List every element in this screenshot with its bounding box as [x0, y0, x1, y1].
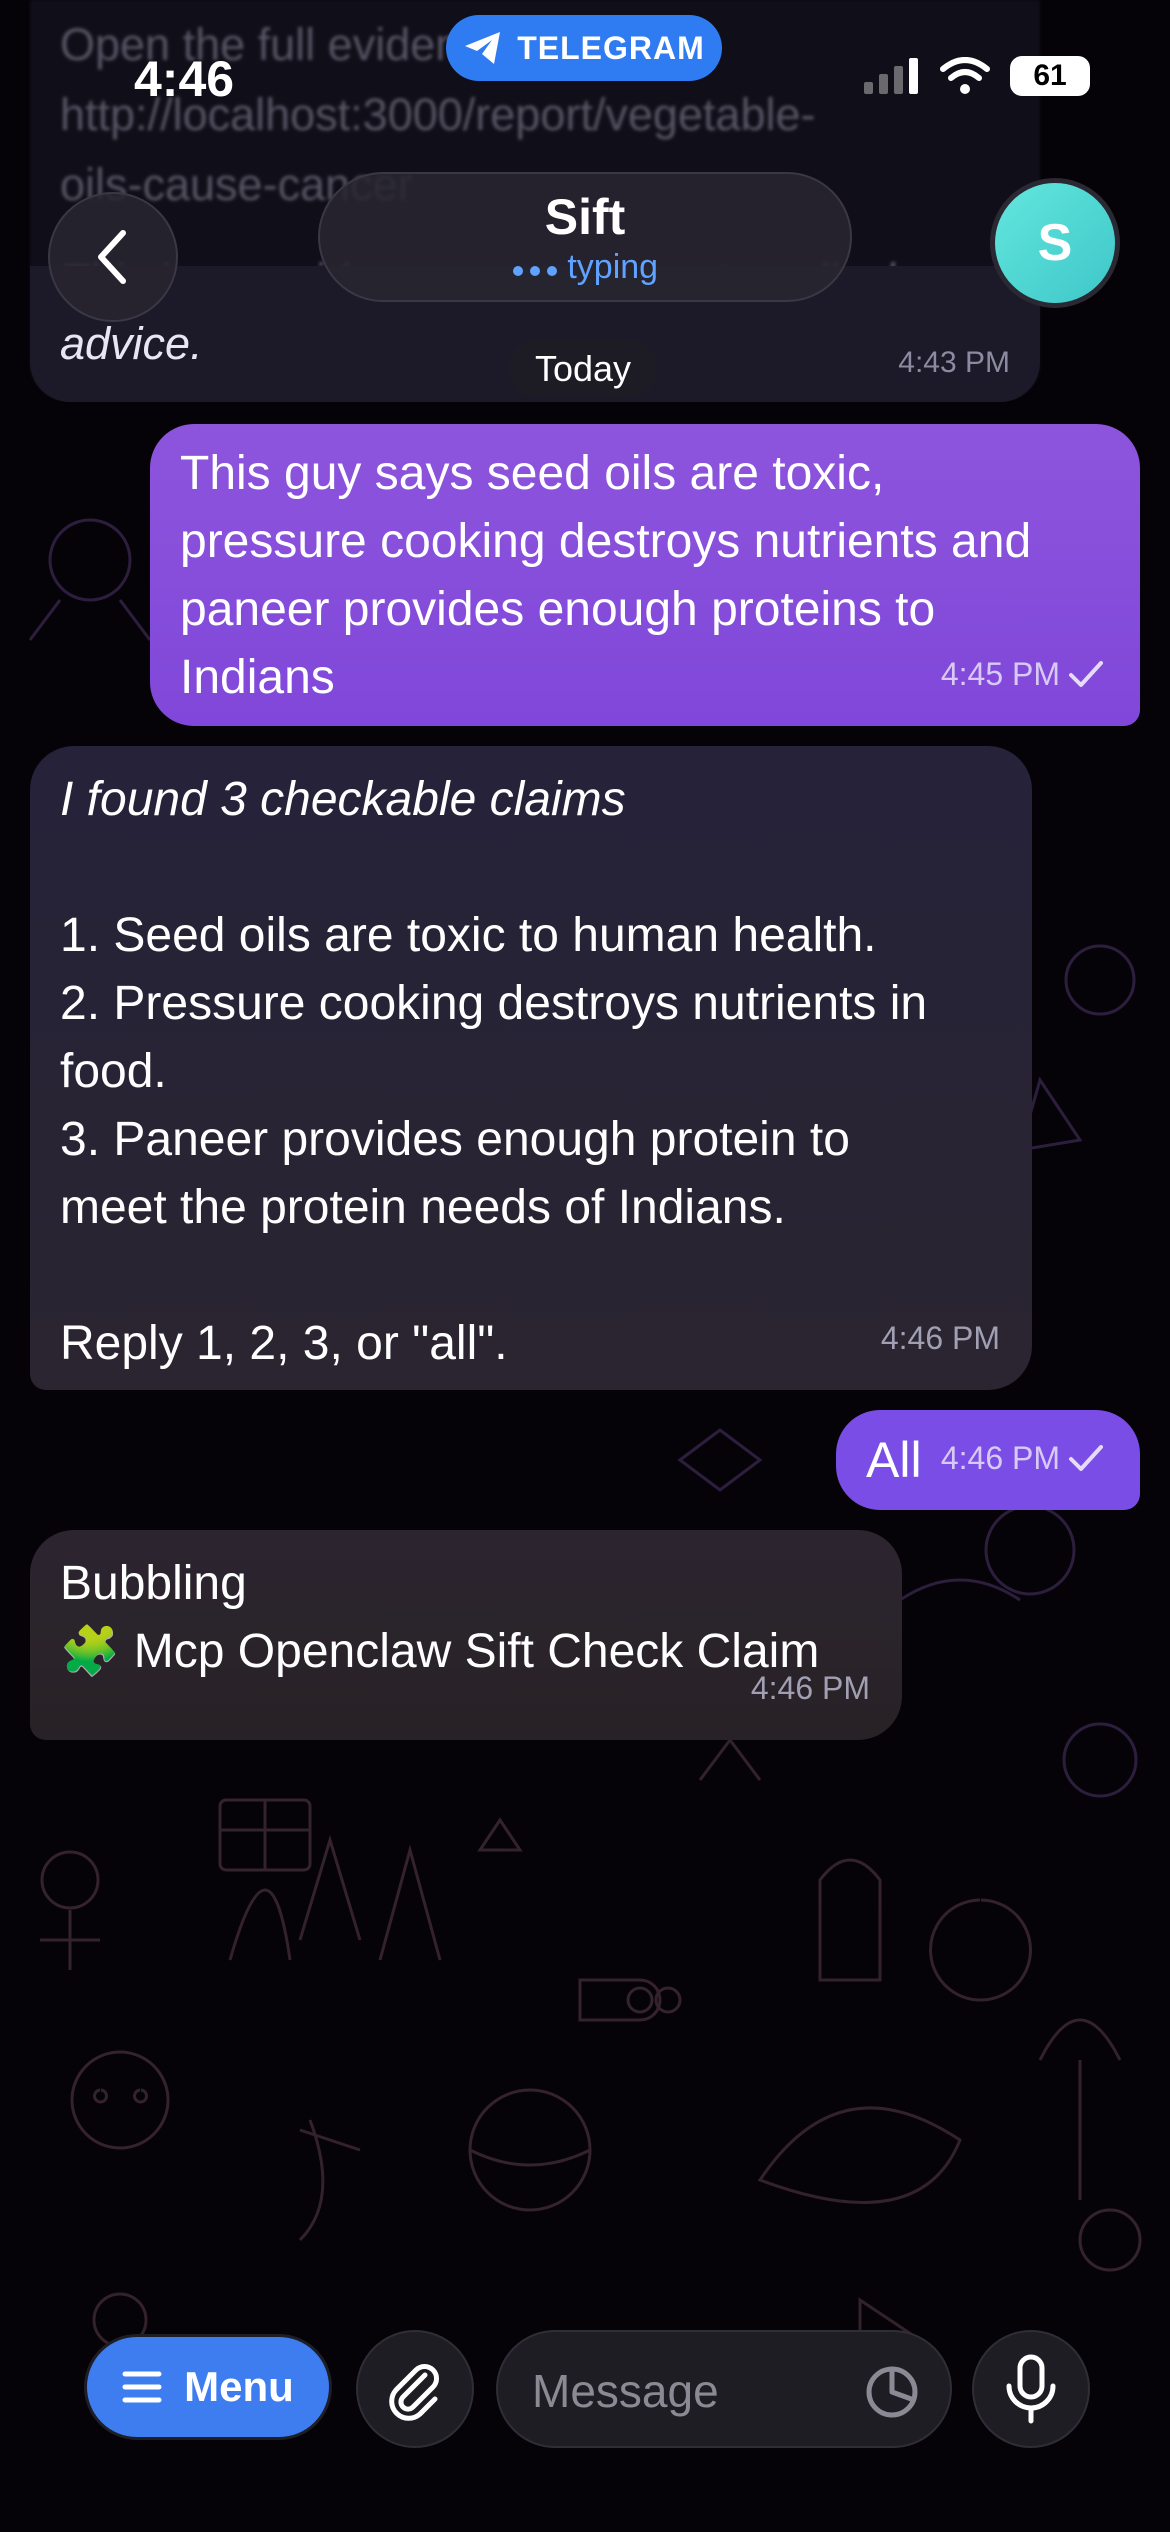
- status-bar-indicators: 61: [864, 56, 1090, 96]
- message-input[interactable]: [530, 2360, 854, 2422]
- message-line: pressure cooking destroys nutrients and: [180, 515, 1032, 568]
- message-line: paneer provides enough proteins to: [180, 583, 936, 636]
- message-input-field[interactable]: [496, 2330, 952, 2448]
- message-line: Bubbling: [60, 1557, 247, 1610]
- chat-title-pill[interactable]: Sift typing: [318, 172, 852, 302]
- telegram-app-pill[interactable]: TELEGRAM: [446, 15, 722, 81]
- message-meta: 4:45 PM: [941, 640, 1104, 708]
- message-time: 4:43 PM: [898, 346, 1010, 379]
- message-time: 4:45 PM: [940, 656, 1060, 692]
- menu-lines-icon: [122, 2371, 162, 2403]
- avatar-letter: S: [1037, 214, 1073, 272]
- paperclip-icon: [389, 2364, 439, 2421]
- chat-avatar[interactable]: S: [990, 178, 1120, 308]
- message-intro: I found 3 checkable claims: [60, 773, 626, 826]
- message-time: 4:46 PM: [750, 1670, 870, 1706]
- message-time: 4:46 PM: [880, 1320, 1000, 1356]
- date-separator: Today: [508, 340, 658, 398]
- menu-button-label: Menu: [184, 2363, 294, 2410]
- puzzle-icon: 🧩: [60, 1625, 120, 1678]
- claim-line: 1. Seed oils are toxic to human health.: [60, 909, 877, 962]
- message-text: All: [866, 1432, 922, 1488]
- read-check-icon: [1069, 661, 1103, 687]
- battery-indicator: 61: [1010, 56, 1090, 96]
- typing-status: typing: [320, 248, 850, 287]
- back-button[interactable]: [48, 192, 178, 322]
- outgoing-message[interactable]: This guy says seed oils are toxic, press…: [150, 424, 1140, 726]
- claim-line: food.: [60, 1045, 167, 1098]
- message-time: 4:46 PM: [940, 1440, 1060, 1476]
- read-check-icon: [1069, 1445, 1103, 1471]
- microphone-button[interactable]: [972, 2330, 1090, 2448]
- claim-line: 3. Paneer provides enough protein to: [60, 1113, 850, 1166]
- typing-status-label: typing: [567, 248, 659, 286]
- incoming-message[interactable]: Bubbling 🧩 Mcp Openclaw Sift Check Claim…: [30, 1530, 902, 1740]
- tool-name: Mcp Openclaw Sift Check Claim: [133, 1625, 820, 1678]
- reply-instruction: Reply 1, 2, 3, or "all".: [60, 1317, 508, 1370]
- sticker-icon[interactable]: [864, 2364, 920, 2420]
- status-bar-time: 4:46: [134, 51, 235, 107]
- chevron-left-icon: [98, 230, 126, 284]
- incoming-message[interactable]: I found 3 checkable claims 1. Seed oils …: [30, 746, 1032, 1390]
- claim-line: 2. Pressure cooking destroys nutrients i…: [60, 977, 928, 1030]
- message-meta: 4:46 PM: [941, 1424, 1104, 1492]
- outgoing-message[interactable]: All 4:46 PM: [836, 1410, 1140, 1510]
- attach-button[interactable]: [356, 2330, 474, 2448]
- app-pill-label: TELEGRAM: [517, 29, 705, 66]
- chat-title: Sift: [544, 189, 626, 245]
- signal-icon: [864, 58, 918, 94]
- wifi-icon: [940, 57, 990, 94]
- typing-dots-icon: [512, 266, 557, 276]
- claim-line: meet the protein needs of Indians.: [60, 1181, 786, 1234]
- microphone-icon: [1006, 2354, 1056, 2424]
- message-line: This guy says seed oils are toxic,: [180, 447, 885, 500]
- menu-button[interactable]: Menu: [84, 2334, 332, 2440]
- telegram-icon: [465, 32, 501, 64]
- previous-message-last-line: advice.: [60, 318, 203, 369]
